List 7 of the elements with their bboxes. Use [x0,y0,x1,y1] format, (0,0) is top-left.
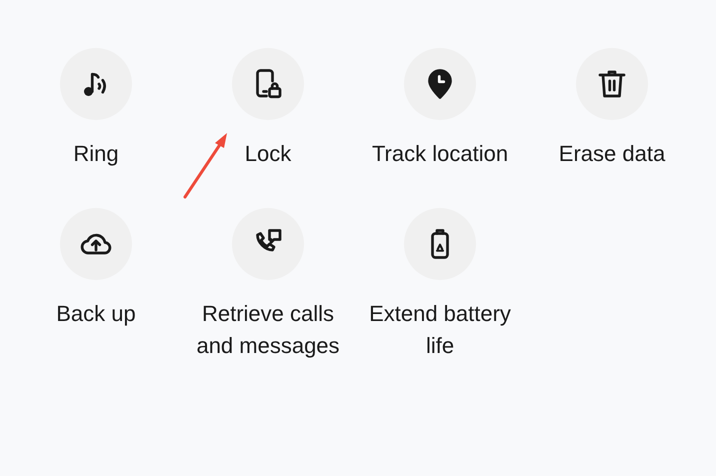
action-button[interactable]: Track location [354,48,526,170]
action-button[interactable]: Extend battery life [354,208,526,362]
action-button[interactable]: Back up [10,208,182,362]
action-button[interactable]: Erase data [526,48,698,170]
action-button[interactable]: Lock [182,48,354,170]
action-button[interactable]: Retrieve calls and messages [182,208,354,362]
action-button[interactable]: Ring [10,48,182,170]
